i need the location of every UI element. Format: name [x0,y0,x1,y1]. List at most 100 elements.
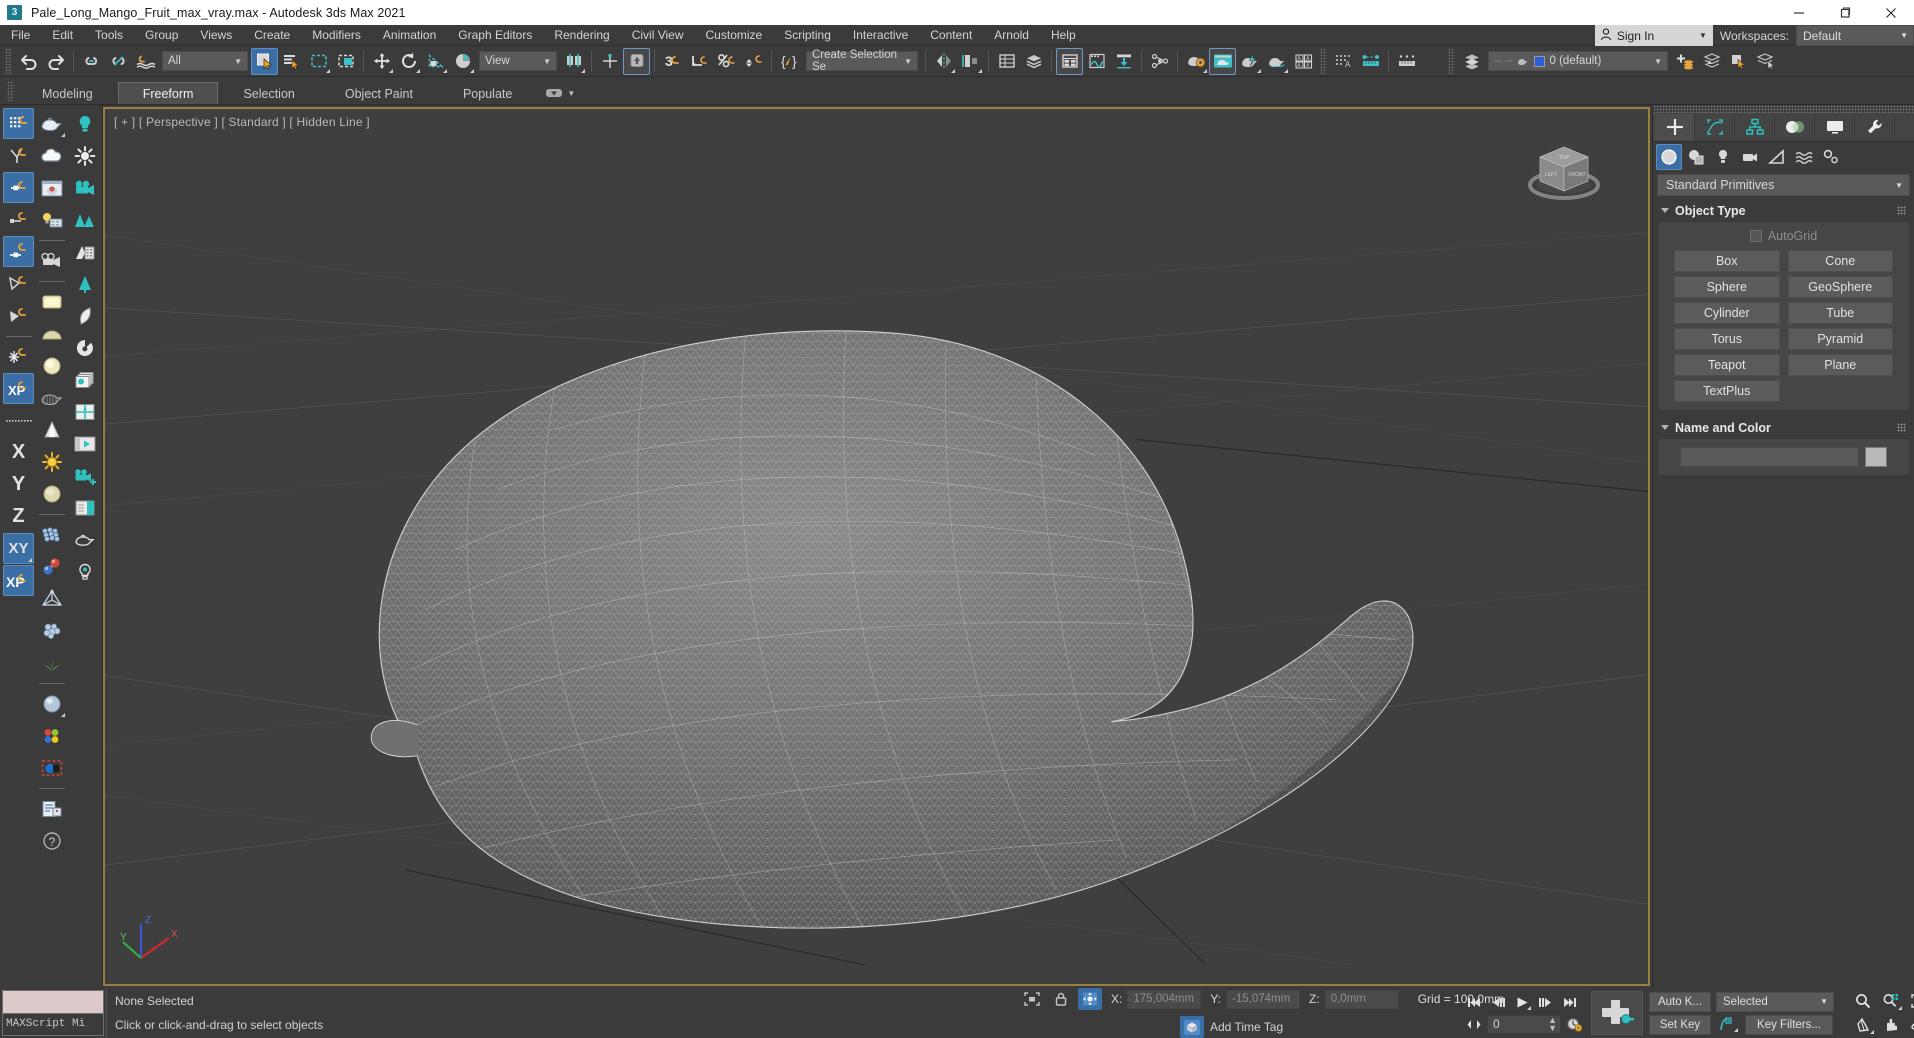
display-tab[interactable] [1815,113,1855,141]
trees-icon[interactable] [69,204,100,235]
minimize-button[interactable] [1776,0,1822,25]
blend-material-icon[interactable] [36,752,67,783]
menu-views[interactable]: Views [189,25,243,46]
use-selection-center-button[interactable] [596,48,623,75]
bulb-icon[interactable] [69,108,100,139]
ribbon-tab-object-paint[interactable]: Object Paint [320,82,438,104]
play-animation-button[interactable] [1511,993,1533,1012]
create-tab[interactable] [1655,113,1695,141]
key-filters-button[interactable]: Key Filters... [1745,1014,1833,1035]
axis-constraint-x-button[interactable]: X [3,437,34,468]
cone-button[interactable]: Cone [1787,250,1893,272]
redo-button[interactable] [42,48,69,75]
axis-constraint-dots-icon[interactable] [3,405,34,436]
crosshair-frame-icon[interactable] [69,396,100,427]
maxscript-input-pane[interactable]: MAXScript Mi [3,1012,103,1035]
current-frame-field[interactable]: 0 ▲ ▼ [1487,1014,1561,1034]
textplus-button[interactable]: TextPlus [1674,380,1780,402]
layer-select[interactable]: -- -- 0 (default) ▼ [1488,51,1668,71]
selection-filter-select[interactable]: All ▼ [162,51,248,71]
area-light-icon[interactable] [36,286,67,317]
modify-tab[interactable] [1695,113,1735,141]
plane-button[interactable]: Plane [1787,354,1893,376]
add-layer-button[interactable] [1671,48,1698,75]
use-center-button[interactable] [560,48,587,75]
pyramid-button[interactable]: Pyramid [1787,328,1893,350]
geosphere-button[interactable]: GeoSphere [1787,276,1893,298]
menu-scripting[interactable]: Scripting [773,25,842,46]
toolbar-grip[interactable] [1320,48,1327,74]
cylinder-button[interactable]: Cylinder [1674,302,1780,324]
select-and-scale-button[interactable] [422,48,449,75]
spinner-arrows-icon[interactable]: ▲ ▼ [1548,1016,1557,1033]
scene-explorer-button[interactable] [993,48,1020,75]
primitive-category-select[interactable]: Standard Primitives ▼ [1657,174,1910,196]
axis-constraint-y-button[interactable]: Y [3,469,34,500]
select-and-link-button[interactable] [78,48,105,75]
key-mode-toggle-button[interactable] [1463,1015,1485,1034]
panel-icon[interactable] [69,492,100,523]
sphere-button[interactable]: Sphere [1674,276,1780,298]
reference-coordinate-system-select[interactable]: View ▼ [479,51,557,71]
shapes-subtab[interactable] [1683,144,1709,170]
ribbon-tab-populate[interactable]: Populate [438,82,537,104]
object-color-swatch[interactable] [1865,447,1887,467]
rollout-drag-handle[interactable] [1897,423,1906,432]
undo-button[interactable] [15,48,42,75]
menu-group[interactable]: Group [134,25,189,46]
snaps-midpoint-icon[interactable] [3,172,34,203]
unlink-selection-button[interactable] [105,48,132,75]
orbit-button[interactable] [1906,1014,1914,1036]
ribbon-tab-freeform[interactable]: Freeform [117,82,219,104]
z-coordinate-field[interactable]: 0,0mm [1324,989,1399,1009]
percent-snap-toggle-button[interactable] [713,48,740,75]
explode-icon[interactable] [36,583,67,614]
ribbon-tab-modeling[interactable]: Modeling [17,82,118,104]
object-type-header[interactable]: Object Type [1657,200,1910,221]
select-and-place-button[interactable] [449,48,476,75]
spinner-snap-toggle-button[interactable] [740,48,767,75]
menu-rendering[interactable]: Rendering [543,25,620,46]
particles-icon[interactable] [36,615,67,646]
select-and-move-button[interactable] [368,48,395,75]
cameras-subtab[interactable] [1737,144,1763,170]
sphere-light-icon[interactable] [36,350,67,381]
toggle-scene-explorer-button[interactable] [1056,47,1083,75]
lights-subtab[interactable] [1710,144,1736,170]
torus-button[interactable]: Torus [1674,328,1780,350]
ribbon-options-chevron-icon[interactable]: ▼ [567,89,575,98]
viewcube[interactable]: TOP LEFT FRONT [1522,135,1606,209]
snaps-freeze-icon[interactable] [3,341,34,372]
cone-light-icon[interactable] [36,414,67,445]
tape-measure-button[interactable] [1393,48,1420,75]
sky-dome-icon[interactable] [36,478,67,509]
menu-edit[interactable]: Edit [41,25,84,46]
pan-view-button[interactable] [1850,1014,1876,1036]
zoom-button[interactable] [1850,990,1876,1012]
select-object-button[interactable] [251,47,278,75]
maximize-button[interactable] [1822,0,1868,25]
absolute-relative-toggle-icon[interactable] [1078,988,1102,1010]
dome-light-icon[interactable] [36,318,67,349]
toolbar-grip[interactable] [5,48,12,74]
material-editor-button[interactable] [1182,48,1209,75]
curve-editor-button[interactable] [1083,48,1110,75]
window-crossing-toggle-button[interactable] [332,48,359,75]
material-sphere-icon[interactable] [36,688,67,719]
axis-constraint-xy-button[interactable]: XY [3,533,34,564]
rollout-drag-handle[interactable] [1897,206,1906,215]
render-preview-icon[interactable] [36,172,67,203]
snaps-endpoint-icon[interactable] [3,236,34,267]
bind-to-space-warp-button[interactable] [132,48,159,75]
teapot-icon[interactable] [36,108,67,139]
select-and-manipulate-button[interactable] [623,47,650,75]
next-frame-button[interactable] [1535,993,1557,1012]
named-selection-sets-button[interactable]: {} [776,48,803,75]
video-camera-icon[interactable] [69,172,100,203]
color-swatches-icon[interactable] [36,720,67,751]
ribbon-grip[interactable] [7,81,14,101]
render-production-button[interactable] [1263,48,1290,75]
camera-icon[interactable] [36,245,67,276]
snaps-edge-icon[interactable] [3,204,34,235]
teapot-button[interactable]: Teapot [1674,354,1780,376]
